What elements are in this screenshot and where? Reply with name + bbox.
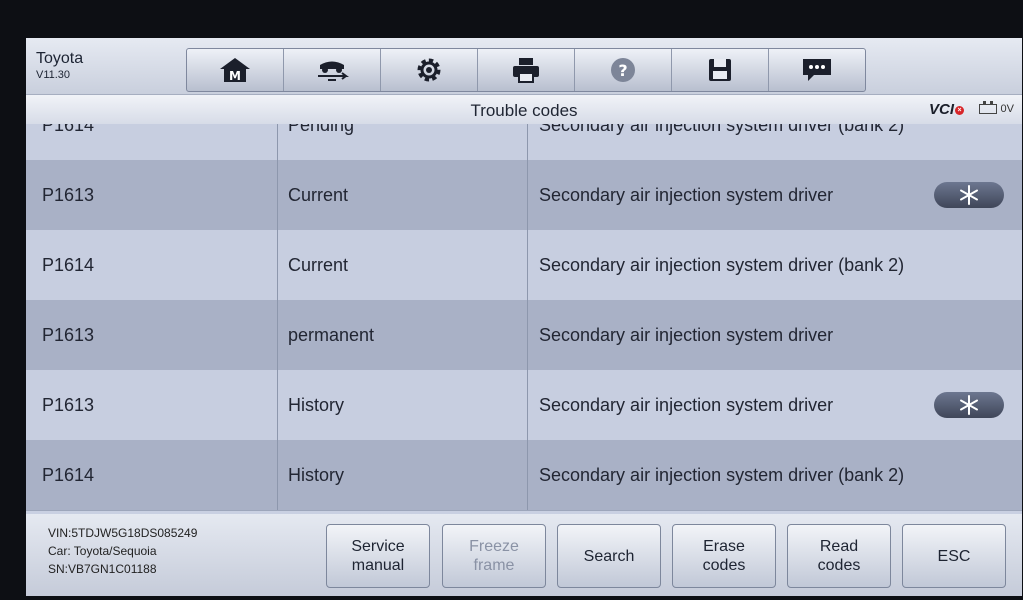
software-version: V11.30 xyxy=(36,69,71,81)
dtc-status: permanent xyxy=(278,300,528,370)
diagnostic-screen: Toyota V11.30 M ? Trouble codes VCI × 0V… xyxy=(26,38,1022,596)
message-icon xyxy=(803,59,831,81)
table-row[interactable]: P1614 History Secondary air injection sy… xyxy=(26,440,1022,511)
save-button[interactable] xyxy=(672,49,769,91)
brand-block: Toyota V11.30 xyxy=(36,50,83,82)
save-icon xyxy=(709,59,731,81)
vehicle-icon xyxy=(318,61,349,81)
table-row[interactable]: P1614 Current Secondary air injection sy… xyxy=(26,230,1022,301)
home-icon: M xyxy=(220,58,250,83)
dtc-description-text: Secondary air injection system driver xyxy=(539,324,834,345)
car-text: Car: Toyota/Sequoia xyxy=(48,544,157,558)
vin-text: VIN:5TDJW5G18DS085249 xyxy=(48,526,198,540)
vehicle-make: Toyota xyxy=(36,50,84,67)
table-row[interactable]: P1613 Current Secondary air injection sy… xyxy=(26,160,1022,231)
dtc-code: P1613 xyxy=(26,300,278,370)
settings-button[interactable] xyxy=(381,49,478,91)
dtc-description: Secondary air injection system driver xyxy=(528,300,1022,370)
home-button[interactable]: M xyxy=(187,49,284,91)
page-title: Trouble codes xyxy=(470,101,578,120)
message-button[interactable] xyxy=(769,49,865,91)
freeze-frame-indicator[interactable] xyxy=(934,392,1004,418)
dtc-code: P1614 xyxy=(26,124,278,160)
dtc-description: Secondary air injection system driver (b… xyxy=(528,124,1022,160)
dtc-description: Secondary air injection system driver xyxy=(528,370,1022,440)
bottom-bar: VIN:5TDJW5G18DS085249 Car: Toyota/Sequoi… xyxy=(26,514,1022,596)
dtc-description-text: Secondary air injection system driver (b… xyxy=(539,464,905,485)
read-codes-button[interactable]: Read codes xyxy=(787,524,891,588)
svg-text:?: ? xyxy=(618,61,627,80)
table-row[interactable]: P1613 History Secondary air injection sy… xyxy=(26,370,1022,441)
snowflake-icon xyxy=(960,395,978,415)
settings-icon xyxy=(417,58,441,82)
dtc-status: History xyxy=(278,440,528,510)
dtc-description-text: Secondary air injection system driver (b… xyxy=(539,124,905,135)
vci-label: VCI xyxy=(928,101,954,118)
erase-codes-button[interactable]: Erase codes xyxy=(672,524,776,588)
vci-status: VCI × xyxy=(929,101,964,118)
dtc-status: History xyxy=(278,370,528,440)
search-button[interactable]: Search xyxy=(557,524,661,588)
table-row[interactable]: P1613 permanent Secondary air injection … xyxy=(26,300,1022,371)
disconnected-icon: × xyxy=(955,105,964,115)
help-button[interactable]: ? xyxy=(575,49,672,91)
dtc-description: Secondary air injection system driver (b… xyxy=(528,230,1022,300)
battery-icon xyxy=(978,101,997,114)
top-bar: Toyota V11.30 M ? xyxy=(26,38,1022,94)
serial-number-text: SN:VB7GN1C01188 xyxy=(48,562,157,576)
dtc-description: Secondary air injection system driver (b… xyxy=(528,440,1022,510)
table-row[interactable]: P1614 Pending Secondary air injection sy… xyxy=(26,124,1022,161)
esc-button[interactable]: ESC xyxy=(902,524,1006,588)
dtc-description: Secondary air injection system driver xyxy=(528,160,1022,230)
dtc-description-text: Secondary air injection system driver (b… xyxy=(539,254,905,275)
vehicle-swap-button[interactable] xyxy=(284,49,381,91)
snowflake-icon xyxy=(960,185,978,205)
battery-status: 0V xyxy=(978,101,1014,115)
print-icon xyxy=(513,58,539,83)
title-bar: Trouble codes VCI × 0V xyxy=(26,94,1022,125)
freeze-frame-button[interactable]: Freeze frame xyxy=(442,524,546,588)
dtc-status: Current xyxy=(278,160,528,230)
dtc-code: P1614 xyxy=(26,230,278,300)
dtc-description-text: Secondary air injection system driver xyxy=(539,184,834,205)
trouble-codes-table: P1614 Pending Secondary air injection sy… xyxy=(26,124,1022,514)
dtc-status: Pending xyxy=(278,124,528,160)
dtc-code: P1614 xyxy=(26,440,278,510)
vehicle-info: VIN:5TDJW5G18DS085249 Car: Toyota/Sequoi… xyxy=(48,524,197,578)
service-manual-button[interactable]: Service manual xyxy=(326,524,430,588)
battery-voltage: 0V xyxy=(1000,103,1014,115)
toolbar: M ? xyxy=(186,48,866,92)
dtc-description-text: Secondary air injection system driver xyxy=(539,394,834,415)
freeze-frame-indicator[interactable] xyxy=(934,182,1004,208)
dtc-status: Current xyxy=(278,230,528,300)
svg-text:M: M xyxy=(229,69,241,83)
help-icon: ? xyxy=(611,58,635,82)
dtc-code: P1613 xyxy=(26,160,278,230)
print-button[interactable] xyxy=(478,49,575,91)
dtc-code: P1613 xyxy=(26,370,278,440)
